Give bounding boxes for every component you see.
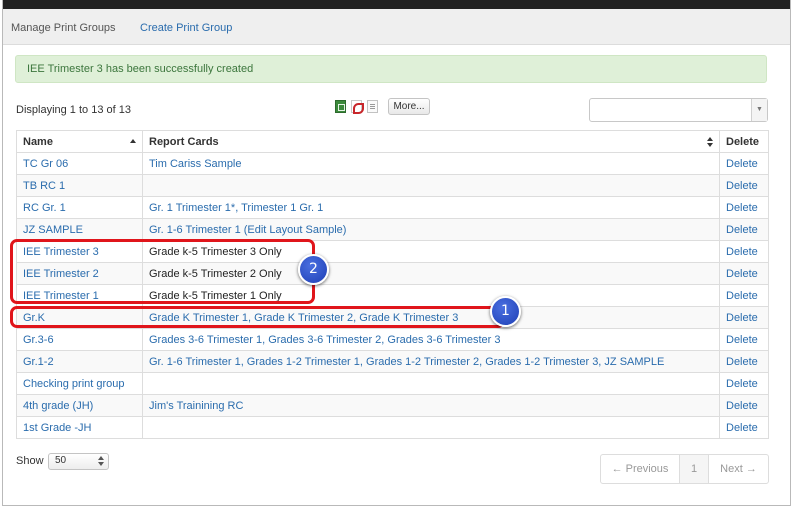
pagination: ← Previous 1 Next →	[600, 454, 769, 484]
more-button[interactable]: More...	[388, 98, 430, 115]
print-groups-table: Name Report Cards Delete TC Gr 06 Tim Ca…	[16, 130, 769, 439]
table-header-row: Name Report Cards Delete	[16, 130, 769, 153]
report-cards-link[interactable]: Gr. 1-6 Trimester 1, Grades 1-2 Trimeste…	[142, 350, 720, 373]
table-row: 1st Grade -JH Delete	[16, 416, 769, 439]
table-row: Gr.3-6 Grades 3-6 Trimester 1, Grades 3-…	[16, 328, 769, 351]
report-cards-cell: Grade k-5 Trimester 3 Only	[142, 240, 720, 263]
report-cards-link[interactable]: Gr. 1-6 Trimester 1 (Edit Layout Sample)	[142, 218, 720, 241]
table-row: Gr.1-2 Gr. 1-6 Trimester 1, Grades 1-2 T…	[16, 350, 769, 373]
delete-link[interactable]: Delete	[719, 328, 769, 351]
delete-link[interactable]: Delete	[719, 218, 769, 241]
delete-link[interactable]: Delete	[719, 394, 769, 417]
table-row: IEE Trimester 2 Grade k-5 Trimester 2 On…	[16, 262, 769, 285]
group-name-link[interactable]: 4th grade (JH)	[16, 394, 143, 417]
report-cards-cell: Grade k-5 Trimester 1 Only	[142, 284, 720, 307]
delete-link[interactable]: Delete	[719, 152, 769, 175]
group-name-link[interactable]: IEE Trimester 1	[16, 284, 143, 307]
nav-bar: Manage Print Groups Create Print Group	[3, 9, 790, 45]
report-cards-cell	[142, 372, 720, 395]
report-cards-cell	[142, 174, 720, 197]
next-page-button[interactable]: Next →	[709, 455, 768, 483]
group-name-link[interactable]: TB RC 1	[16, 174, 143, 197]
delete-link[interactable]: Delete	[719, 306, 769, 329]
delete-link[interactable]: Delete	[719, 372, 769, 395]
report-cards-link[interactable]: Grade K Trimester 1, Grade K Trimester 2…	[142, 306, 720, 329]
column-header-delete: Delete	[719, 130, 769, 153]
group-name-link[interactable]: RC Gr. 1	[16, 196, 143, 219]
callout-badge-2: 2	[298, 254, 329, 285]
sort-ascending-icon	[130, 139, 136, 143]
current-page[interactable]: 1	[680, 455, 709, 483]
table-row: TC Gr 06 Tim Cariss Sample Delete	[16, 152, 769, 175]
delete-link[interactable]: Delete	[719, 196, 769, 219]
group-name-link[interactable]: Gr.3-6	[16, 328, 143, 351]
excel-icon[interactable]	[335, 100, 346, 113]
delete-link[interactable]: Delete	[719, 262, 769, 285]
callout-badge-1: 1	[490, 296, 521, 327]
success-alert: IEE Trimester 3 has been successfully cr…	[15, 55, 767, 83]
group-name-link[interactable]: 1st Grade -JH	[16, 416, 143, 439]
table-row: JZ SAMPLE Gr. 1-6 Trimester 1 (Edit Layo…	[16, 218, 769, 241]
group-name-link[interactable]: Gr.K	[16, 306, 143, 329]
group-name-link[interactable]: Checking print group	[16, 372, 143, 395]
delete-link[interactable]: Delete	[719, 416, 769, 439]
report-cards-link[interactable]: Tim Cariss Sample	[142, 152, 720, 175]
group-name-link[interactable]: JZ SAMPLE	[16, 218, 143, 241]
group-name-link[interactable]: Gr.1-2	[16, 350, 143, 373]
column-header-report-cards[interactable]: Report Cards	[142, 130, 720, 153]
report-cards-cell	[142, 416, 720, 439]
report-cards-cell: Grade k-5 Trimester 2 Only	[142, 262, 720, 285]
chevron-down-icon[interactable]: ▼	[751, 99, 767, 121]
table-row: IEE Trimester 3 Grade k-5 Trimester 3 On…	[16, 240, 769, 263]
group-name-link[interactable]: IEE Trimester 3	[16, 240, 143, 263]
delete-link[interactable]: Delete	[719, 284, 769, 307]
table-row: Checking print group Delete	[16, 372, 769, 395]
record-count: Displaying 1 to 13 of 13	[16, 104, 131, 116]
group-name-link[interactable]: TC Gr 06	[16, 152, 143, 175]
delete-link[interactable]: Delete	[719, 240, 769, 263]
nav-create-print-group[interactable]: Create Print Group	[140, 22, 232, 34]
report-cards-link[interactable]: Jim's Trainining RC	[142, 394, 720, 417]
previous-page-button[interactable]: ← Previous	[601, 455, 680, 483]
group-name-link[interactable]: IEE Trimester 2	[16, 262, 143, 285]
sort-icon	[707, 137, 713, 147]
delete-link[interactable]: Delete	[719, 350, 769, 373]
table-row: TB RC 1 Delete	[16, 174, 769, 197]
pdf-icon[interactable]	[351, 100, 364, 114]
select-arrows-icon	[98, 456, 104, 467]
report-cards-link[interactable]: Gr. 1 Trimester 1*, Trimester 1 Gr. 1	[142, 196, 720, 219]
table-row: 4th grade (JH) Jim's Trainining RC Delet…	[16, 394, 769, 417]
table-row: IEE Trimester 1 Grade k-5 Trimester 1 On…	[16, 284, 769, 307]
column-header-name[interactable]: Name	[16, 130, 143, 153]
page-size-select[interactable]: 50	[48, 453, 109, 470]
document-icon[interactable]	[367, 100, 378, 113]
page-size-value: 50	[55, 455, 67, 466]
filter-select[interactable]: ▼	[589, 98, 768, 122]
report-cards-link[interactable]: Grades 3-6 Trimester 1, Grades 3-6 Trime…	[142, 328, 720, 351]
table-row: RC Gr. 1 Gr. 1 Trimester 1*, Trimester 1…	[16, 196, 769, 219]
nav-manage-print-groups[interactable]: Manage Print Groups	[11, 22, 116, 34]
show-label: Show	[16, 455, 44, 467]
delete-link[interactable]: Delete	[719, 174, 769, 197]
table-row: Gr.K Grade K Trimester 1, Grade K Trimes…	[16, 306, 769, 329]
top-bar	[3, 0, 790, 9]
